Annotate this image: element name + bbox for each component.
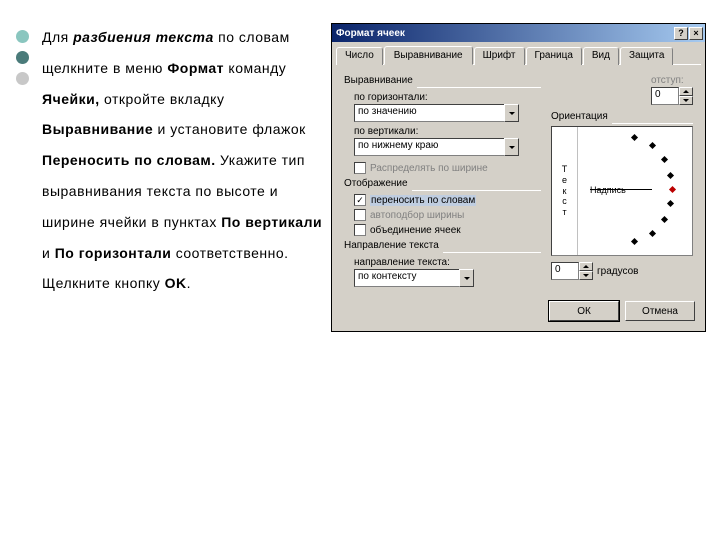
format-cells-dialog: Формат ячеек ? × Число Выравнивание Шриф…: [331, 23, 706, 332]
horizontal-label: по горизонтали:: [354, 92, 541, 103]
tab-alignment[interactable]: Выравнивание: [384, 46, 473, 65]
bullet-decor-3: [16, 72, 29, 85]
tab-border[interactable]: Граница: [526, 47, 582, 65]
ok-button[interactable]: ОК: [549, 301, 619, 321]
titlebar[interactable]: Формат ячеек ? ×: [332, 24, 705, 42]
wrap-text-checkbox[interactable]: ✓: [354, 194, 366, 206]
text-direction-value: по контексту: [354, 269, 459, 287]
chevron-down-icon[interactable]: [504, 138, 519, 156]
bullet-decor-1: [16, 30, 29, 43]
horizontal-value: по значению: [354, 104, 504, 122]
orientation-vertical[interactable]: Текст: [552, 127, 578, 255]
degrees-spinner[interactable]: 0: [551, 262, 593, 280]
text-direction-group-label: Направление текста: [344, 240, 439, 251]
orientation-group-label: Ориентация: [551, 111, 608, 122]
degrees-value: 0: [551, 262, 579, 280]
dialog-title: Формат ячеек: [336, 28, 674, 39]
tab-number[interactable]: Число: [336, 47, 383, 65]
spinner-down-icon[interactable]: [679, 96, 693, 105]
vertical-label: по вертикали:: [354, 126, 541, 137]
indent-value: 0: [651, 87, 679, 105]
shrink-label: автоподбор ширины: [370, 210, 464, 221]
tab-view[interactable]: Вид: [583, 47, 619, 65]
orientation-control[interactable]: Текст Надпись: [551, 126, 693, 256]
alignment-group-label: Выравнивание: [344, 75, 413, 86]
vertical-value: по нижнему краю: [354, 138, 504, 156]
spinner-up-icon[interactable]: [679, 87, 693, 96]
display-group-label: Отображение: [344, 178, 408, 189]
bullet-decor-2: [16, 51, 29, 64]
horizontal-combo[interactable]: по значению: [354, 104, 519, 122]
tab-font[interactable]: Шрифт: [474, 47, 525, 65]
degrees-label: градусов: [597, 266, 638, 277]
justify-distributed-checkbox: [354, 162, 366, 174]
merge-label: объединение ячеек: [370, 225, 461, 236]
shrink-checkbox: [354, 209, 366, 221]
chevron-down-icon[interactable]: [504, 104, 519, 122]
help-button[interactable]: ?: [674, 27, 688, 40]
tab-protection[interactable]: Защита: [620, 47, 673, 65]
wrap-text-label: переносить по словам: [370, 195, 476, 206]
close-button[interactable]: ×: [689, 27, 703, 40]
spinner-up-icon[interactable]: [579, 262, 593, 271]
merge-checkbox[interactable]: [354, 224, 366, 236]
orientation-arc[interactable]: Надпись: [578, 127, 692, 255]
vertical-combo[interactable]: по нижнему краю: [354, 138, 519, 156]
chevron-down-icon[interactable]: [459, 269, 474, 287]
text-dir-label: направление текста:: [354, 257, 541, 268]
text-direction-combo[interactable]: по контексту: [354, 269, 474, 287]
cancel-button[interactable]: Отмена: [625, 301, 695, 321]
spinner-down-icon[interactable]: [579, 271, 593, 280]
justify-distributed-label: Распределять по ширине: [370, 163, 488, 174]
orientation-label-text: Надпись: [590, 185, 626, 195]
instruction-text: Для разбиения текста по словам щелкните …: [42, 22, 327, 299]
indent-spinner[interactable]: 0: [651, 87, 693, 105]
indent-label: отступ:: [651, 75, 693, 86]
